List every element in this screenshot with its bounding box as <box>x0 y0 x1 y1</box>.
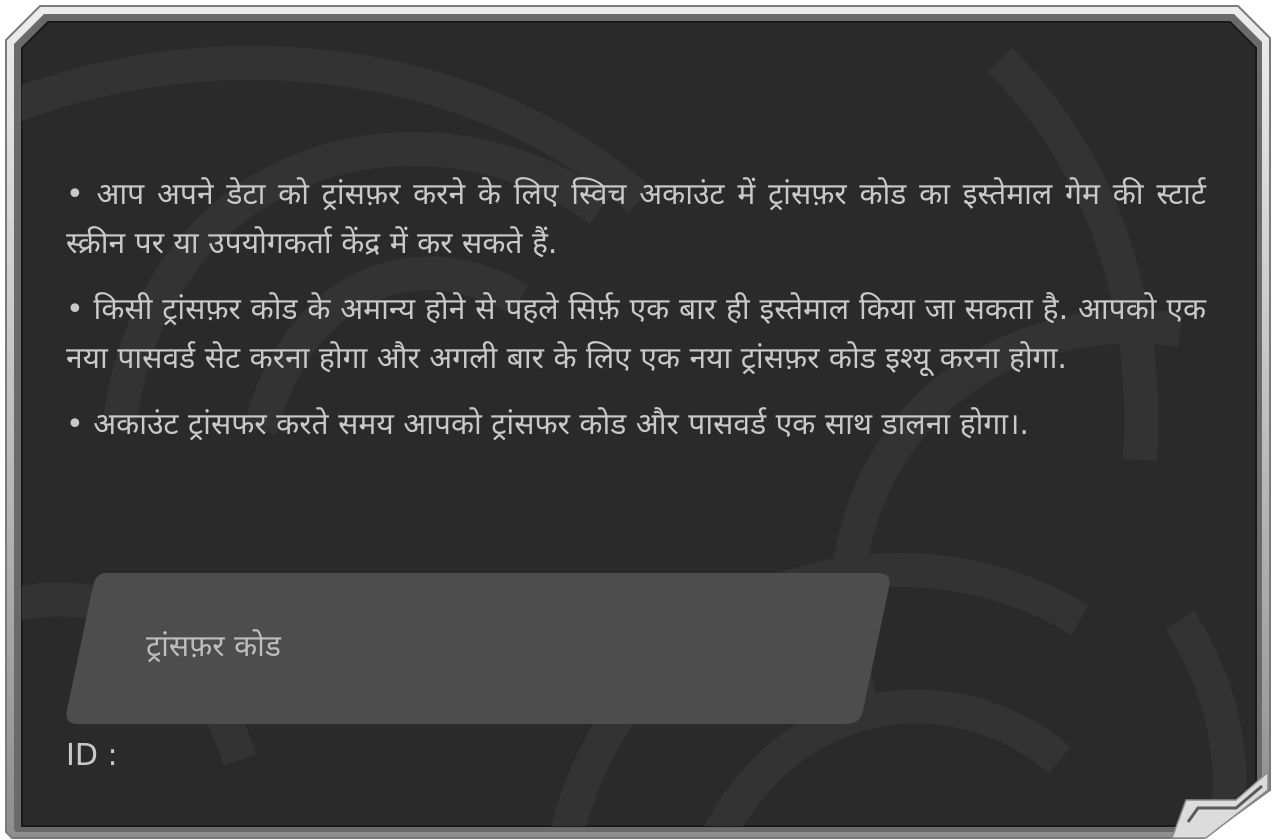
id-row: ID : <box>66 735 118 777</box>
transfer-code-dialog: • आप अपने डेटा को ट्रांसफ़र करने के लिए … <box>0 0 1275 840</box>
id-label: ID : <box>66 738 118 773</box>
instruction-paragraph-1: • आप अपने डेटा को ट्रांसफ़र करने के लिए … <box>66 177 1206 261</box>
transfer-code-placeholder: ट्रांसफ़र कोड <box>146 629 281 664</box>
transfer-code-input[interactable]: ट्रांसफ़र कोड <box>64 573 892 724</box>
instruction-paragraph-3: • अकाउंट ट्रांसफर करते समय आपको ट्रांसफर… <box>66 407 1029 442</box>
instruction-paragraph-2: • किसी ट्रांसफ़र कोड के अमान्य होने से प… <box>66 292 1206 376</box>
instructions-text: • आप अपने डेटा को ट्रांसफ़र करने के लिए … <box>66 170 1206 466</box>
